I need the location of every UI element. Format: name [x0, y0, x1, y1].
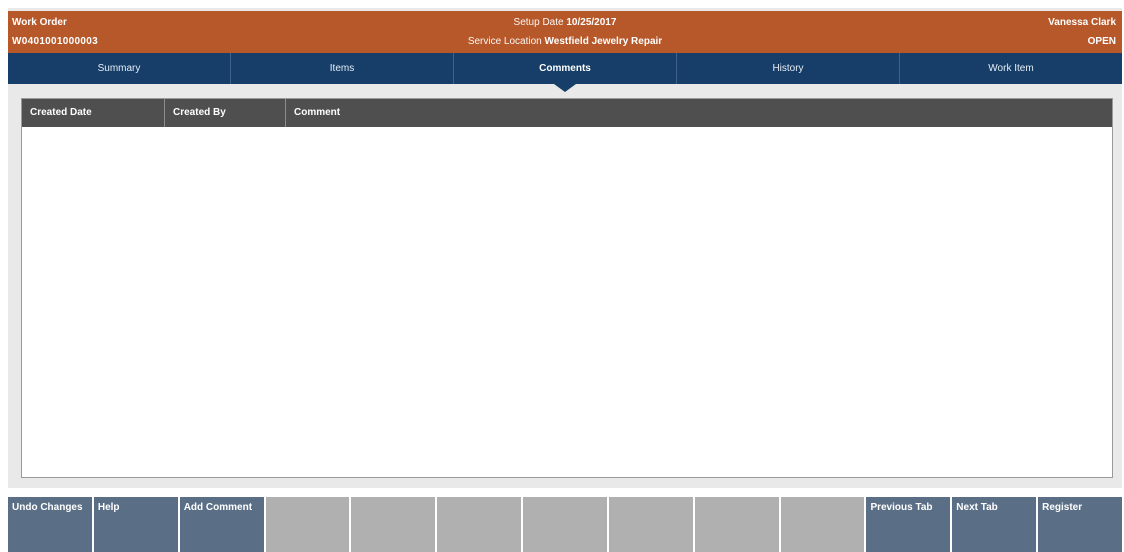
previous-tab-button[interactable]: Previous Tab	[866, 497, 951, 552]
empty-button-slot	[437, 497, 522, 552]
tab-work-item[interactable]: Work Item	[900, 53, 1122, 84]
setup-date-label: Setup Date	[513, 17, 564, 28]
status-badge: OPEN	[1087, 36, 1116, 47]
service-location-row: Service Location Westfield Jewelry Repai…	[8, 35, 1122, 49]
add-comment-button[interactable]: Add Comment	[179, 497, 264, 552]
column-header-created-by[interactable]: Created By	[165, 99, 286, 127]
tab-comments[interactable]: Comments	[454, 53, 677, 92]
tab-summary[interactable]: Summary	[8, 53, 231, 84]
next-tab-button[interactable]: Next Tab	[952, 497, 1037, 552]
service-location-value: Westfield Jewelry Repair	[544, 36, 663, 47]
empty-button-slot	[608, 497, 693, 552]
setup-date-value: 10/25/2017	[566, 17, 617, 28]
table-header: Created Date Created By Comment	[22, 99, 1112, 127]
empty-button-slot	[780, 497, 865, 552]
column-header-comment[interactable]: Comment	[286, 99, 1112, 127]
setup-date-row: Setup Date 10/25/2017	[8, 16, 1122, 30]
help-button[interactable]: Help	[93, 497, 178, 552]
undo-changes-button[interactable]: Undo Changes	[8, 497, 92, 552]
work-order-header: Work Order W0401001000003 Setup Date 10/…	[8, 11, 1122, 53]
empty-button-slot	[351, 497, 436, 552]
tab-items[interactable]: Items	[231, 53, 454, 84]
service-location-label: Service Location	[467, 36, 542, 47]
tab-bar: Summary Items Comments History Work Item	[8, 53, 1122, 92]
empty-button-slot	[523, 497, 607, 552]
user-name: Vanessa Clark	[1048, 17, 1116, 28]
empty-button-slot	[265, 497, 350, 552]
action-button-bar: Undo Changes Help Add Comment Previous T…	[8, 497, 1122, 552]
empty-button-slot	[694, 497, 779, 552]
comments-table: Created Date Created By Comment	[21, 98, 1113, 478]
column-header-created-date[interactable]: Created Date	[22, 99, 165, 127]
register-button[interactable]: Register	[1038, 497, 1122, 552]
tab-history[interactable]: History	[677, 53, 900, 84]
